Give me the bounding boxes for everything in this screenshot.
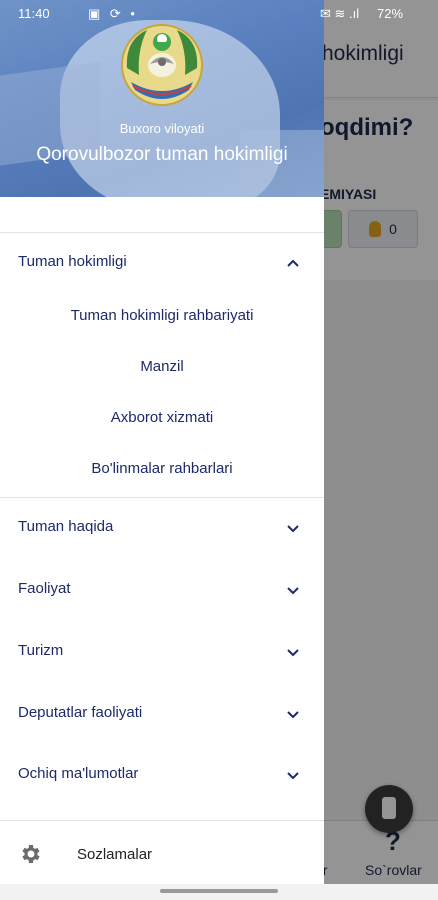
submenu-item[interactable]: Manzil [0, 358, 324, 398]
battery-level: 72% [377, 6, 404, 21]
submenu-item[interactable]: Bo'linmalar rahbarlari [0, 460, 324, 500]
submenu-item[interactable]: Axborot xizmati [0, 409, 324, 449]
menu-item-tuman-hokimligi[interactable]: Tuman hokimligi [0, 238, 324, 288]
submenu-item[interactable]: Tuman hokimligi rahbariyati [0, 307, 324, 347]
chevron-down-icon [287, 772, 299, 780]
chevron-down-icon [287, 649, 299, 657]
menu-item-label: Ochiq ma'lumotlar [18, 765, 139, 782]
menu-item-label: Deputatlar faoliyati [18, 704, 143, 721]
home-indicator[interactable] [160, 889, 278, 893]
signal-icons: ✉ ≋ .ıl [320, 6, 360, 21]
gear-icon [22, 845, 40, 863]
menu-item-deputatlar-faoliyati[interactable]: Deputatlar faoliyati [0, 689, 324, 739]
settings-label: Sozlamalar [77, 846, 153, 863]
drawer-header: Buxoro viloyati Qorovulbozor tuman hokim… [0, 0, 324, 197]
navigation-drawer: Buxoro viloyati Qorovulbozor tuman hokim… [0, 0, 324, 884]
divider [0, 497, 324, 498]
notification-icons: ▣ ⟳ • [88, 6, 138, 21]
chevron-down-icon [287, 525, 299, 533]
uzbekistan-emblem-icon [121, 24, 203, 106]
menu-item-label: Faoliyat [18, 580, 71, 597]
divider [0, 820, 324, 821]
chevron-down-icon [287, 587, 299, 595]
divider [0, 232, 324, 233]
menu-item-label: Tuman haqida [18, 518, 114, 535]
menu-item-tuman-haqida[interactable]: Tuman haqida [0, 503, 324, 553]
settings-item[interactable]: Sozlamalar [0, 832, 324, 878]
region-name: Buxoro viloyati [119, 121, 205, 136]
status-bar: 11:40 ▣ ⟳ • ✉ ≋ .ıl 72% [0, 0, 438, 28]
menu-item-label: Turizm [18, 642, 64, 659]
menu-item-label: Tuman hokimligi [18, 253, 127, 270]
menu-item-faoliyat[interactable]: Faoliyat [0, 565, 324, 615]
chevron-down-icon [287, 711, 299, 719]
menu-item-turizm[interactable]: Turizm [0, 627, 324, 677]
menu-item-ochiq-malumotlar[interactable]: Ochiq ma'lumotlar [0, 750, 324, 800]
organization-name: Qorovulbozor tuman hokimligi [36, 144, 288, 165]
status-time: 11:40 [18, 6, 50, 21]
chevron-up-icon [287, 259, 299, 267]
